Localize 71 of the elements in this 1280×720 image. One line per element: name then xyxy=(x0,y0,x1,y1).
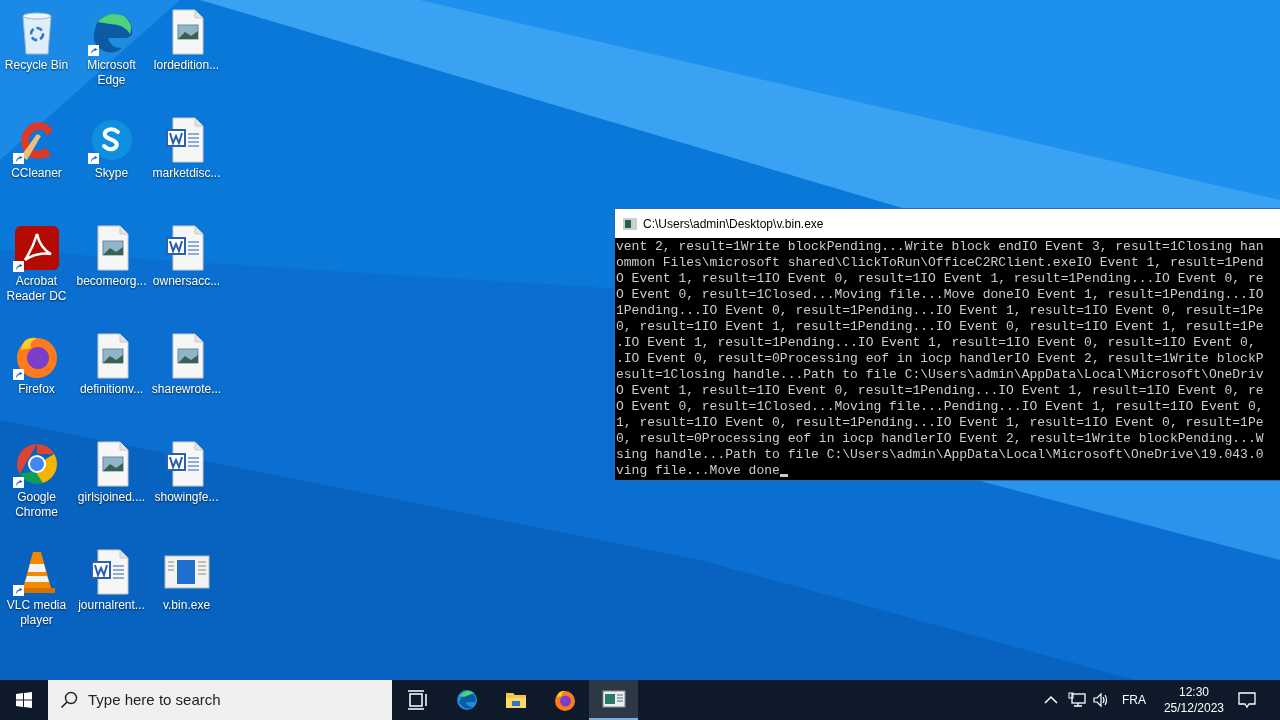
desktop-icon[interactable]: lordedition... xyxy=(149,0,224,108)
console-window-icon xyxy=(601,687,626,711)
icon-label: Acrobat Reader DC xyxy=(5,274,68,304)
clock[interactable]: 12:30 25/12/2023 xyxy=(1163,684,1224,716)
console-line: .IO Event 1, result=1Pending...IO Event 1, result=1IO Event 0, result=1IO Event 0, xyxy=(616,335,1256,351)
notification-icon[interactable] xyxy=(1238,691,1256,709)
desktop-icon[interactable]: journalrent... xyxy=(74,540,149,648)
icon-label: sharewrote... xyxy=(150,382,223,397)
icon-label: v.bin.exe xyxy=(161,598,212,613)
desktop-icon[interactable]: becomeorg... xyxy=(74,216,149,324)
search-field[interactable]: Type here to search xyxy=(48,680,392,720)
console-line: 1Pending...IO Event 0, result=1Pending...IO Event 1, result=1IO Event 0, result=1Pe xyxy=(616,303,1264,319)
console-line: esult=1Closing handle...Path to file C:\Users\admin\AppData\Local\Microsoft\OneDriv xyxy=(616,367,1264,383)
windows-logo-icon xyxy=(16,692,32,708)
icon-label: marketdisc... xyxy=(151,166,222,181)
icon-label: journalrent... xyxy=(77,598,146,613)
icon-label: Microsoft Edge xyxy=(86,58,137,88)
desktop-icon[interactable]: ownersacc... xyxy=(149,216,224,324)
console-line: O Event 0, result=1Closed...Moving file...Move doneIO Event 1, result=1Pending...IO xyxy=(616,287,1264,303)
console-line: 1, result=1IO Event 0, result=1Pending...IO Event 1, result=1IO Event 0, result=1Pe xyxy=(616,415,1264,431)
console-line: .IO Event 0, result=0Processing eof in iocp handlerIO Event 2, result=1Write blockP xyxy=(616,351,1264,367)
desktop-icon[interactable]: girlsjoined.... xyxy=(74,432,149,540)
desktop-icon[interactable]: definitionv... xyxy=(74,324,149,432)
console-line: ommon Files\microsoft shared\ClickToRun\OfficeC2RClient.exeIO Event 1, result=1Pend xyxy=(616,255,1264,271)
desktop-icon[interactable]: VLC media player xyxy=(0,540,74,648)
desktop-icon[interactable]: Microsoft Edge xyxy=(74,0,149,108)
task-view-icon xyxy=(405,688,430,712)
desktop-icon[interactable]: marketdisc... xyxy=(149,108,224,216)
console-line: 0, result=1IO Event 1, result=1Pending...IO Event 0, result=1IO Event 1, result=1Pe xyxy=(616,319,1264,335)
icon-label: definitionv... xyxy=(78,382,145,397)
desktop-icon[interactable]: CCleaner xyxy=(0,108,74,216)
acrobat-logo-icon xyxy=(12,224,61,272)
icon-label: showingfe... xyxy=(153,490,220,505)
desktop-icon[interactable]: Acrobat Reader DC xyxy=(0,216,74,324)
icon-label: ownersacc... xyxy=(151,274,222,289)
icon-label: VLC media player xyxy=(5,598,68,628)
language-indicator[interactable]: FRA xyxy=(1121,691,1146,709)
icon-label: CCleaner xyxy=(10,166,63,181)
icon-label: Firefox xyxy=(17,382,56,397)
desktop-icon[interactable]: v.bin.exe xyxy=(149,540,224,648)
console-line: O Event 1, result=1IO Event 0, result=1IO Event 1, result=1Pending...IO Event 0, re xyxy=(616,271,1264,287)
desktop-icon[interactable]: Recycle Bin xyxy=(0,0,74,108)
icon-label: Skype xyxy=(93,166,130,181)
desktop-icon[interactable]: Firefox xyxy=(0,324,74,432)
icon-label: lordedition... xyxy=(152,58,221,73)
console-line: ving file...Move done xyxy=(616,463,780,479)
icon-label: girlsjoined.... xyxy=(76,490,147,505)
search-input[interactable]: Type here to search xyxy=(88,688,392,712)
clock-time: 12:30 xyxy=(1178,684,1209,700)
console-line: O Event 0, result=1Closed...Moving file...Pending...IO Event 1, result=1IO Event 0, xyxy=(616,399,1264,415)
speaker-icon[interactable] xyxy=(1091,692,1110,708)
console-line: vent 2, result=1Write blockPending...Write block endIO Event 3, result=1Closing han xyxy=(616,239,1264,255)
desktop-icon[interactable]: Skype xyxy=(74,108,149,216)
icon-label: Google Chrome xyxy=(14,490,59,520)
search-icon xyxy=(60,691,78,709)
chevron-up-icon[interactable] xyxy=(1043,695,1058,705)
console-line: 0, result=0Processing eof in iocp handlerIO Event 2, result=1Write blockPending...W xyxy=(616,431,1264,447)
clock-date: 25/12/2023 xyxy=(1163,700,1224,716)
icon-label: Recycle Bin xyxy=(3,58,70,73)
console-window-icon xyxy=(623,217,637,230)
icon-label: becomeorg... xyxy=(75,274,148,289)
desktop-icon[interactable]: Google Chrome xyxy=(0,432,74,540)
taskbar-button[interactable] xyxy=(589,680,638,720)
network-icon[interactable] xyxy=(1067,692,1086,708)
desktop-icon[interactable]: showingfe... xyxy=(149,432,224,540)
desktop-icon[interactable]: sharewrote... xyxy=(149,324,224,432)
firefox-logo-icon xyxy=(552,688,577,712)
console-line: O Event 1, result=1IO Event 0, result=1Pending...IO Event 1, result=1IO Event 0, re xyxy=(616,383,1264,399)
edge-logo-icon xyxy=(454,688,479,712)
console-line: sing handle...Path to file C:\Users\admin\AppData\Local\Microsoft\OneDrive\19.043.0 xyxy=(616,447,1264,463)
window-title: C:\Users\admin\Desktop\v.bin.exe xyxy=(643,215,824,233)
